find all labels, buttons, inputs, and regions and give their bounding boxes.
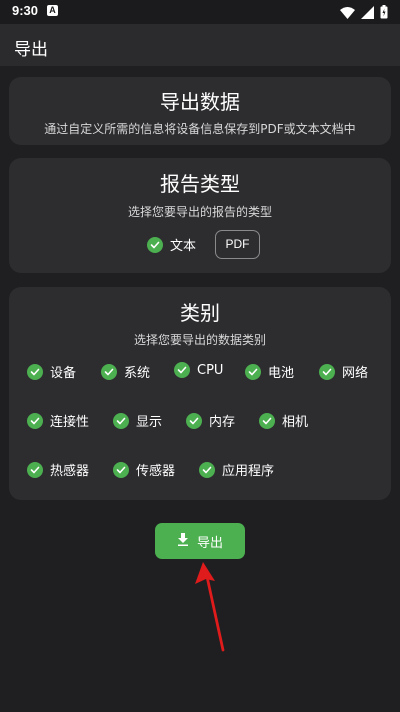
- export-data-card: 导出数据 通过自定义所需的信息将设备信息保存到PDF或文本文档中: [9, 77, 391, 145]
- check-circle-icon: [27, 461, 43, 478]
- category-item-label: 显示: [136, 415, 163, 430]
- check-circle-icon: [245, 363, 261, 380]
- category-subtitle: 选择您要导出的数据类别: [133, 333, 266, 347]
- category-item-cpu[interactable]: CPU: [174, 362, 223, 378]
- export-button-label: 导出: [196, 535, 223, 551]
- category-card: 类别 选择您要导出的数据类别 设备 系统 CPU 电池 网络 连接性 显示 内存…: [9, 287, 391, 500]
- annotation-arrow-icon: [195, 562, 225, 652]
- export-data-title: 导出数据: [160, 90, 240, 114]
- status-time: 9:30: [12, 3, 39, 18]
- export-data-subtitle: 通过自定义所需的信息将设备信息保存到PDF或文本文档中: [44, 122, 356, 136]
- check-circle-icon: [101, 363, 117, 380]
- category-item-battery[interactable]: 电池: [245, 362, 294, 381]
- category-item-label: CPU: [197, 362, 224, 378]
- category-title: 类别: [180, 301, 220, 325]
- battery-icon: [380, 4, 388, 23]
- download-icon: [177, 532, 189, 550]
- category-item-label: 连接性: [50, 415, 90, 430]
- category-item-network[interactable]: 网络: [319, 362, 368, 381]
- category-item-label: 相机: [282, 415, 309, 430]
- app-bar: 导出: [0, 24, 400, 66]
- check-circle-icon: [174, 362, 190, 378]
- report-type-card: 报告类型 选择您要导出的报告的类型 文本 PDF: [9, 158, 391, 273]
- category-item-label: 电池: [268, 366, 295, 381]
- category-item-sensors[interactable]: 传感器: [113, 460, 175, 479]
- check-circle-icon: [259, 412, 275, 429]
- category-item-label: 传感器: [136, 464, 176, 479]
- report-type-subtitle: 选择您要导出的报告的类型: [127, 205, 272, 219]
- category-item-label: 系统: [124, 366, 151, 381]
- category-item-label: 设备: [50, 366, 77, 381]
- export-button[interactable]: 导出: [155, 523, 245, 559]
- category-item-label: 热感器: [50, 464, 90, 479]
- report-type-text-option[interactable]: 文本: [147, 235, 196, 254]
- check-circle-icon: [186, 412, 202, 429]
- wifi-icon: [340, 4, 355, 23]
- category-item-apps[interactable]: 应用程序: [199, 460, 274, 479]
- category-item-label: 应用程序: [222, 464, 275, 479]
- check-circle-icon: [113, 461, 129, 478]
- signal-icon: [361, 4, 374, 23]
- notification-a-icon: A: [47, 5, 58, 16]
- page-title: 导出: [14, 40, 48, 60]
- category-item-label: 网络: [342, 366, 369, 381]
- category-item-label: 内存: [209, 415, 236, 430]
- check-circle-icon: [147, 236, 163, 253]
- status-icons: [340, 4, 388, 23]
- category-item-thermal[interactable]: 热感器: [27, 460, 89, 479]
- check-circle-icon: [199, 461, 215, 478]
- status-bar: 9:30 A: [0, 0, 400, 24]
- category-item-device[interactable]: 设备: [27, 362, 76, 381]
- report-type-pdf-option[interactable]: PDF: [215, 230, 260, 259]
- report-type-title: 报告类型: [160, 172, 240, 196]
- check-circle-icon: [113, 412, 129, 429]
- check-circle-icon: [319, 363, 335, 380]
- check-circle-icon: [27, 363, 43, 380]
- check-circle-icon: [27, 412, 43, 429]
- category-item-connectivity[interactable]: 连接性: [27, 411, 89, 430]
- category-item-display[interactable]: 显示: [113, 411, 162, 430]
- category-item-camera[interactable]: 相机: [259, 411, 308, 430]
- category-item-system[interactable]: 系统: [101, 362, 150, 381]
- category-item-memory[interactable]: 内存: [186, 411, 235, 430]
- report-type-text-label: 文本: [170, 239, 197, 254]
